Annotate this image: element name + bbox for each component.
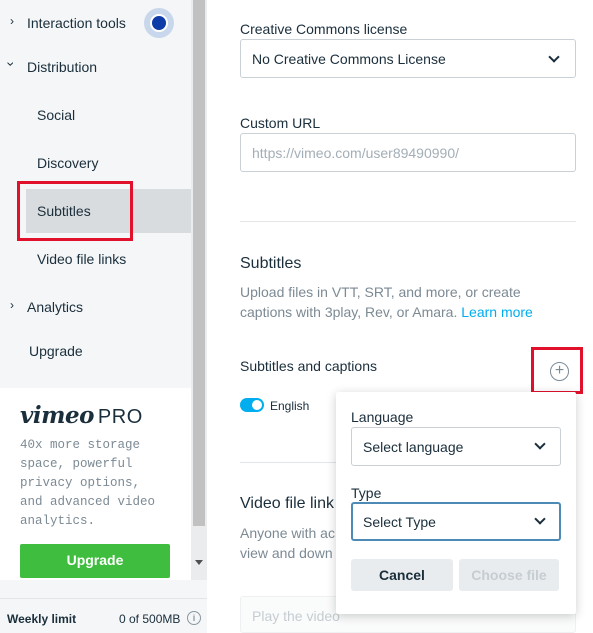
language-select[interactable]: Select language — [351, 427, 561, 466]
type-select[interactable]: Select Type — [351, 502, 561, 541]
sidebar: › Interaction tools › Distribution Socia… — [0, 0, 207, 633]
sidebar-item-social[interactable]: Social — [37, 107, 75, 123]
weekly-limit-bar: Weekly limit 0 of 500MB i — [0, 598, 207, 633]
highlight-box-add — [531, 347, 583, 394]
chevron-down-icon[interactable]: › — [3, 62, 19, 67]
chevron-down-icon — [548, 51, 560, 63]
sidebar-item-distribution[interactable]: Distribution — [27, 59, 97, 75]
section-divider — [240, 462, 336, 463]
highlight-box-subtitles — [17, 181, 133, 241]
sidebar-scrollbar-thumb[interactable] — [193, 0, 205, 526]
custom-url-input[interactable]: https://vimeo.com/user89490990/ — [240, 133, 576, 172]
promo-description: 40x more storage space, powerful privacy… — [20, 438, 156, 528]
video-file-links-heading: Video file link — [240, 495, 334, 512]
sidebar-item-video-file-links[interactable]: Video file links — [37, 251, 126, 267]
cc-license-value: No Creative Commons License — [252, 51, 446, 67]
weekly-limit-value: 0 of 500MB — [119, 612, 181, 626]
subtitles-heading: Subtitles — [240, 255, 302, 272]
custom-url-placeholder: https://vimeo.com/user89490990/ — [252, 145, 460, 161]
sidebar-item-discovery[interactable]: Discovery — [37, 155, 98, 171]
sidebar-item-analytics[interactable]: Analytics — [27, 299, 83, 315]
notification-dot-icon — [150, 14, 168, 32]
cancel-button[interactable]: Cancel — [351, 559, 453, 591]
upgrade-button[interactable]: Upgrade — [20, 544, 170, 578]
chevron-right-icon[interactable]: › — [10, 14, 14, 28]
video-file-links-placeholder: Play the video — [252, 608, 340, 624]
subtitles-captions-label: Subtitles and captions — [240, 358, 377, 374]
language-label: Language — [351, 409, 414, 425]
type-value: Select Type — [363, 514, 436, 530]
vimeo-pro-logo: vimeo PRO — [20, 402, 143, 429]
chevron-down-icon — [534, 438, 546, 450]
english-track-label: English — [270, 399, 310, 413]
custom-url-label: Custom URL — [240, 115, 321, 131]
sidebar-item-upgrade[interactable]: Upgrade — [29, 343, 83, 359]
cc-license-select[interactable]: No Creative Commons License — [240, 39, 576, 78]
weekly-limit-label: Weekly limit — [7, 612, 77, 626]
type-label: Type — [351, 485, 382, 501]
learn-more-link[interactable]: Learn more — [461, 304, 533, 320]
sidebar-item-interaction-tools[interactable]: Interaction tools — [27, 15, 126, 31]
pro-promo-card: vimeo PRO 40x more storage space, powerfu… — [0, 388, 191, 580]
section-divider — [240, 221, 576, 222]
language-value: Select language — [363, 439, 464, 455]
cc-license-label: Creative Commons license — [240, 21, 408, 37]
info-icon[interactable]: i — [187, 611, 201, 625]
choose-file-button[interactable]: Choose file — [459, 559, 559, 591]
add-subtitle-popup: Language Select language Type Select Typ… — [336, 392, 576, 614]
chevron-down-icon — [534, 513, 546, 525]
chevron-right-icon[interactable]: › — [10, 298, 14, 312]
scroll-down-arrow-icon[interactable] — [195, 560, 203, 565]
toggle-knob — [252, 400, 262, 410]
subtitles-description: Upload files in VTT, SRT, and more, or c… — [240, 284, 533, 320]
